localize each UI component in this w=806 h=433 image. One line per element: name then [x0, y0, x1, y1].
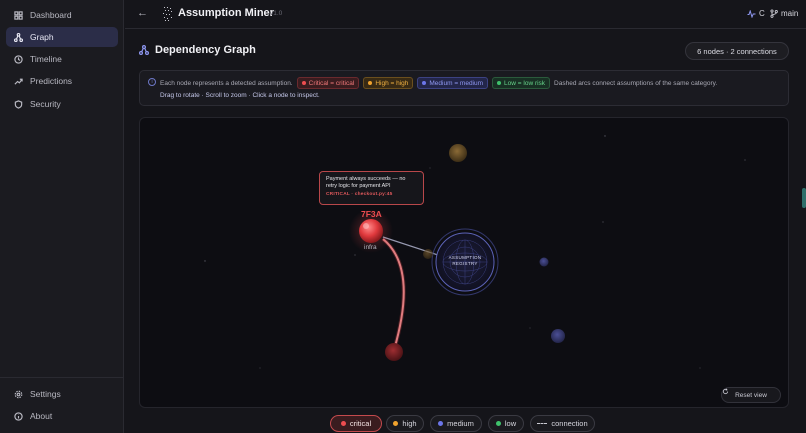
core-label: REGISTRY [452, 261, 477, 266]
grid-icon [13, 10, 23, 20]
filter-label: medium [447, 419, 474, 428]
node-medium[interactable] [539, 257, 549, 267]
sidebar-item-timeline[interactable]: Timeline [6, 49, 118, 69]
top-bar: ← Assumption Miner v1.0 C main [125, 0, 806, 29]
medium-chip-label: Medium = medium [429, 79, 484, 87]
filter-high[interactable]: high [386, 415, 424, 432]
graph-svg[interactable]: ASSUMPTION REGISTRY [140, 118, 789, 408]
info-icon: i [148, 78, 156, 86]
branch-label: main [781, 9, 799, 18]
page-heading: Dependency Graph [139, 44, 256, 56]
node-category-label: infra [364, 244, 377, 251]
critical-dot [301, 81, 306, 85]
low-dot [497, 81, 502, 85]
app-title: Assumption Miner [178, 7, 274, 19]
critical-chip: Critical = critical [296, 77, 360, 89]
low-dot [495, 421, 501, 426]
filter-label: critical [349, 419, 372, 428]
info-tail: Dashed arcs connect assumptions of the s… [554, 79, 718, 87]
graph-canvas[interactable]: ASSUMPTION REGISTRY Payment always succe… [139, 117, 789, 408]
filter-low[interactable]: low [488, 415, 524, 432]
assumption-registry-core[interactable]: ASSUMPTION REGISTRY [431, 228, 499, 296]
node-critical-secondary[interactable] [385, 343, 403, 361]
trend-icon [13, 76, 23, 86]
sidebar-item-dashboard[interactable]: Dashboard [6, 5, 118, 25]
sidebar-item-label: Predictions [30, 76, 73, 86]
info-intro: Each node represents a detected assumpti… [160, 79, 293, 87]
shield-icon [13, 99, 23, 109]
core-label: ASSUMPTION [449, 255, 482, 260]
interaction-hint: Drag to rotate · Scroll to zoom · Click … [160, 92, 320, 99]
filter-medium[interactable]: medium [430, 415, 482, 432]
tooltip-text: Payment always succeeds — no retry logic… [326, 176, 406, 189]
reset-icon [722, 388, 729, 395]
critical-chip-label: Critical = critical [308, 79, 355, 87]
node-high[interactable] [449, 144, 467, 162]
page-title: Dependency Graph [155, 44, 256, 56]
info-icon [13, 411, 23, 421]
sidebar-item-label: Dashboard [30, 10, 72, 20]
sidebar-item-label: Security [30, 99, 61, 109]
node-tooltip: Payment always succeeds — no retry logic… [319, 171, 424, 205]
legend-info-panel: i Each node represents a detected assump… [139, 70, 789, 106]
app-logo-icon [163, 7, 172, 21]
dashed-line-icon [537, 423, 548, 424]
reset-view-label: Reset view [735, 391, 767, 399]
connection-edge[interactable] [382, 238, 405, 351]
high-chip-label: High = high [375, 79, 409, 87]
tooltip-meta: CRITICAL · checkout.py:45 [326, 192, 393, 197]
back-arrow-icon[interactable]: ← [137, 7, 148, 19]
medium-chip: Medium = medium [417, 77, 489, 89]
sidebar-item-label: About [30, 411, 53, 421]
sidebar-item-settings[interactable]: Settings [6, 384, 118, 404]
info-description: Each node represents a detected assumpti… [160, 77, 717, 89]
sidebar-item-graph[interactable]: Graph [6, 27, 118, 47]
clock-icon [13, 54, 23, 64]
version-label: v1.0 [270, 10, 283, 17]
graph-stats-badge: 6 nodes · 2 connections [685, 42, 789, 60]
connection-edge-glow [381, 237, 406, 351]
low-chip-label: Low = low risk [504, 79, 546, 87]
sidebar-item-label: Graph [30, 32, 54, 42]
branch-selector[interactable]: main [770, 9, 798, 18]
filter-label: low [504, 419, 517, 428]
node-critical-selected[interactable] [359, 219, 383, 243]
graph-icon [13, 32, 23, 42]
git-branch-icon [770, 9, 778, 18]
node-highlight [363, 223, 369, 229]
sidebar-item-label: Timeline [30, 54, 62, 64]
app-window: Dashboard Graph Timeline Predictions Sec… [0, 0, 806, 433]
gear-icon [13, 389, 23, 399]
high-chip: High = high [363, 77, 414, 89]
critical-dot [340, 421, 346, 426]
sidebar: Dashboard Graph Timeline Predictions Sec… [0, 0, 124, 433]
graph-icon [139, 45, 149, 55]
low-chip: Low = low risk [492, 77, 551, 89]
filter-connection[interactable]: connection [530, 415, 595, 432]
node-id-label: 7F3A [361, 209, 382, 219]
pulse-icon [747, 9, 756, 18]
filter-label: high [402, 419, 417, 428]
activity-label: C [759, 9, 765, 18]
filter-critical[interactable]: critical [330, 415, 382, 432]
sidebar-item-predictions[interactable]: Predictions [6, 71, 118, 91]
reset-view-button[interactable]: Reset view [721, 387, 781, 403]
sidebar-item-security[interactable]: Security [6, 94, 118, 114]
sidebar-item-about[interactable]: About [6, 406, 118, 426]
activity-indicator[interactable]: C [747, 9, 765, 18]
side-panel-handle[interactable] [802, 188, 806, 208]
node-high-small[interactable] [423, 249, 433, 259]
sidebar-divider [0, 377, 124, 378]
medium-dot [438, 421, 444, 426]
node-medium[interactable] [551, 329, 565, 343]
high-dot [393, 421, 399, 426]
high-dot [368, 81, 373, 85]
sidebar-item-label: Settings [30, 389, 61, 399]
medium-dot [422, 81, 427, 85]
filter-label: connection [551, 419, 588, 428]
